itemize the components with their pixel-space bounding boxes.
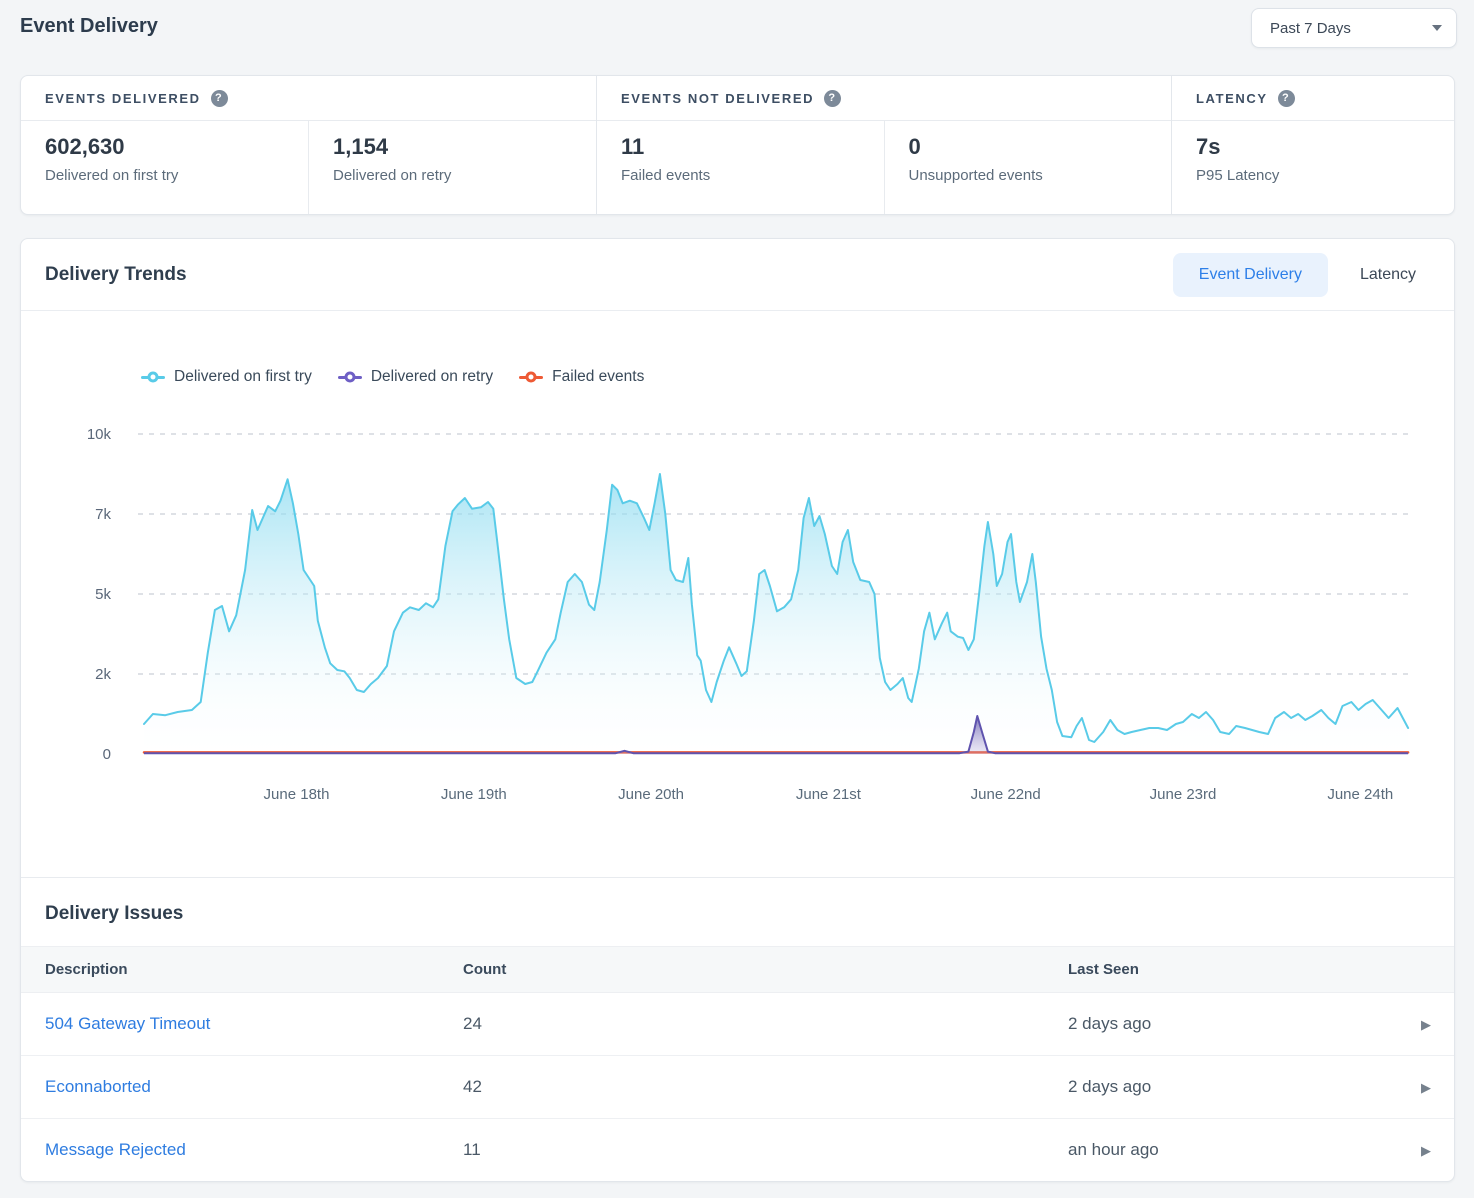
- trends-tabs: Event Delivery Latency: [1173, 253, 1442, 297]
- stat-label: Delivered on first try: [45, 167, 308, 184]
- trends-title: Delivery Trends: [45, 264, 187, 286]
- chart-canvas: 0 2k 5k 7k 10k June 18th June 19th June 20th Jun…: [21, 311, 1453, 877]
- legend-item-failed-events[interactable]: Failed events: [519, 368, 644, 386]
- table-row[interactable]: 504 Gateway Timeout 24 2 days ago: [21, 993, 1454, 1055]
- y-tick-label: 2k: [95, 666, 111, 683]
- trends-header: Delivery Trends Event Delivery Latency: [21, 239, 1454, 311]
- legend-label: Failed events: [552, 368, 644, 386]
- issue-count: 11: [463, 1140, 1068, 1160]
- stat-label: Failed events: [621, 167, 884, 184]
- stats-section-heading: EVENTS DELIVERED: [21, 76, 596, 121]
- issues-table-header: Description Count Last Seen: [21, 946, 1454, 993]
- stat-delivered-first-try: 602,630 Delivered on first try: [21, 121, 308, 214]
- series-marker-icon: [338, 371, 362, 384]
- stats-card: EVENTS DELIVERED 602,630 Delivered on fi…: [20, 75, 1455, 215]
- stat-value: 0: [909, 134, 1172, 160]
- issue-last-seen: 2 days ago: [1068, 1014, 1398, 1034]
- delivery-trends-chart: 0 2k 5k 7k 10k June 18th June 19th June 20th Jun…: [21, 311, 1454, 877]
- issue-link[interactable]: Econnaborted: [45, 1077, 151, 1096]
- legend-label: Delivered on first try: [174, 368, 312, 386]
- stat-unsupported-events: 0 Unsupported events: [884, 121, 1172, 214]
- issue-last-seen: an hour ago: [1068, 1140, 1398, 1160]
- page-header: Event Delivery Past 7 Days: [0, 0, 1474, 75]
- stats-heading-label: EVENTS DELIVERED: [45, 91, 201, 106]
- stat-label: P95 Latency: [1196, 167, 1454, 184]
- stats-heading-label: LATENCY: [1196, 91, 1268, 106]
- x-tick-label: June 18th: [264, 786, 330, 803]
- x-tick-label: June 21st: [796, 786, 862, 803]
- delivery-trends-card: Delivery Trends Event Delivery Latency 0…: [20, 238, 1455, 1182]
- stat-delivered-retry: 1,154 Delivered on retry: [308, 121, 596, 214]
- legend-item-delivered-first-try[interactable]: Delivered on first try: [141, 368, 312, 386]
- column-header-count: Count: [463, 961, 1068, 978]
- stats-heading-label: EVENTS NOT DELIVERED: [621, 91, 814, 106]
- time-range-value: Past 7 Days: [1270, 20, 1351, 37]
- x-tick-label: June 19th: [441, 786, 507, 803]
- help-icon[interactable]: [824, 90, 841, 107]
- page-title: Event Delivery: [20, 15, 158, 38]
- delivery-issues-title: Delivery Issues: [21, 877, 1454, 946]
- stat-label: Delivered on retry: [333, 167, 596, 184]
- y-tick-label: 5k: [95, 586, 111, 603]
- x-tick-label: June 20th: [618, 786, 684, 803]
- stat-label: Unsupported events: [909, 167, 1172, 184]
- series-marker-icon: [519, 371, 543, 384]
- x-tick-label: June 23rd: [1150, 786, 1217, 803]
- help-icon[interactable]: [211, 90, 228, 107]
- x-tick-label: June 22nd: [971, 786, 1041, 803]
- column-header-description: Description: [45, 961, 463, 978]
- y-tick-label: 10k: [87, 426, 112, 443]
- time-range-dropdown[interactable]: Past 7 Days: [1251, 8, 1457, 48]
- stat-p95-latency: 7s P95 Latency: [1172, 121, 1454, 214]
- x-tick-label: June 24th: [1327, 786, 1393, 803]
- issue-last-seen: 2 days ago: [1068, 1077, 1398, 1097]
- help-icon[interactable]: [1278, 90, 1295, 107]
- stat-value: 602,630: [45, 134, 308, 160]
- stats-section-latency: LATENCY 7s P95 Latency: [1171, 76, 1454, 214]
- legend-label: Delivered on retry: [371, 368, 493, 386]
- stat-failed-events: 11 Failed events: [597, 121, 884, 214]
- chevron-down-icon: [1432, 25, 1442, 31]
- stat-value: 1,154: [333, 134, 596, 160]
- series-area-first-try: [144, 474, 1408, 754]
- series-marker-icon: [141, 371, 165, 384]
- stats-section-events-not-delivered: EVENTS NOT DELIVERED 11 Failed events 0 …: [596, 76, 1171, 214]
- legend-item-delivered-retry[interactable]: Delivered on retry: [338, 368, 493, 386]
- chevron-right-icon[interactable]: [1421, 1144, 1431, 1157]
- stat-value: 11: [621, 134, 884, 160]
- chevron-right-icon[interactable]: [1421, 1018, 1431, 1031]
- stat-value: 7s: [1196, 134, 1454, 160]
- issue-count: 42: [463, 1077, 1068, 1097]
- issue-link[interactable]: Message Rejected: [45, 1140, 186, 1159]
- issue-link[interactable]: 504 Gateway Timeout: [45, 1014, 210, 1033]
- y-tick-label: 7k: [95, 506, 111, 523]
- tab-latency[interactable]: Latency: [1334, 253, 1442, 297]
- stats-section-heading: EVENTS NOT DELIVERED: [597, 76, 1171, 121]
- tab-event-delivery[interactable]: Event Delivery: [1173, 253, 1328, 297]
- table-row[interactable]: Econnaborted 42 2 days ago: [21, 1055, 1454, 1118]
- column-header-last-seen: Last Seen: [1068, 961, 1398, 978]
- stats-section-events-delivered: EVENTS DELIVERED 602,630 Delivered on fi…: [21, 76, 596, 214]
- chevron-right-icon[interactable]: [1421, 1081, 1431, 1094]
- table-row[interactable]: Message Rejected 11 an hour ago: [21, 1118, 1454, 1181]
- chart-legend: Delivered on first try Delivered on retr…: [141, 368, 644, 386]
- stats-section-heading: LATENCY: [1172, 76, 1454, 121]
- issue-count: 24: [463, 1014, 1068, 1034]
- y-tick-label: 0: [103, 746, 111, 763]
